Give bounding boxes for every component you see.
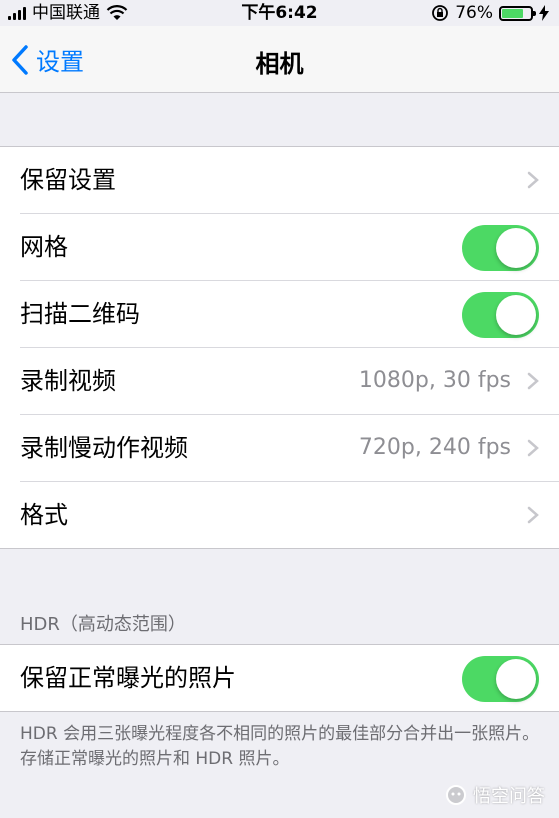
- status-right: 76%: [431, 0, 549, 26]
- row-label: 录制视频: [20, 367, 116, 395]
- settings-row-scan-qr: 扫描二维码: [20, 281, 559, 348]
- toggle-knob: [496, 295, 536, 335]
- navigation-bar: 设置 相机: [0, 26, 559, 93]
- settings-row-keep-normal-photo: 保留正常曝光的照片: [20, 645, 559, 711]
- battery-icon: [499, 5, 536, 21]
- settings-row-grid: 网格: [20, 214, 559, 281]
- charging-icon: [539, 5, 549, 21]
- settings-row-record-video[interactable]: 录制视频 1080p, 30 fps: [20, 348, 559, 415]
- chevron-right-icon: [527, 372, 539, 390]
- row-label: 网格: [20, 233, 68, 261]
- row-label: 保留设置: [20, 166, 116, 194]
- hdr-settings-group: 保留正常曝光的照片: [0, 644, 559, 712]
- toggle-knob: [496, 659, 536, 699]
- keep-normal-photo-toggle[interactable]: [462, 656, 539, 702]
- watermark-text: 悟空问答: [473, 786, 545, 807]
- grid-toggle[interactable]: [462, 225, 539, 271]
- chevron-right-icon: [527, 506, 539, 524]
- row-value: 720p, 240 fps: [358, 435, 511, 460]
- row-label: 格式: [20, 501, 68, 529]
- row-label: 扫描二维码: [20, 300, 140, 328]
- scan-qr-toggle[interactable]: [462, 292, 539, 338]
- row-label: 保留正常曝光的照片: [20, 664, 236, 692]
- chevron-right-icon: [527, 171, 539, 189]
- wukong-logo-icon: [446, 785, 466, 805]
- hdr-section-header: HDR（高动态范围）: [20, 614, 186, 635]
- page-title: 相机: [255, 50, 304, 78]
- hdr-footer-note: HDR 会用三张曝光程度各不相同的照片的最佳部分合并出一张照片。存储正常曝光的照…: [20, 724, 540, 769]
- camera-settings-group: 保留设置 网格 扫描二维码 录制视频 1080p, 30 fps 录制慢动作视频…: [0, 146, 559, 549]
- battery-percent: 76%: [455, 3, 493, 23]
- settings-row-formats[interactable]: 格式: [20, 482, 559, 548]
- row-value: 1080p, 30 fps: [358, 368, 511, 393]
- orientation-lock-icon: [432, 5, 449, 21]
- status-bar: 中国联通 下午6:42 76%: [0, 0, 559, 26]
- settings-row-preserve[interactable]: 保留设置: [20, 147, 559, 214]
- watermark: 悟空问答: [445, 782, 545, 808]
- toggle-knob: [496, 228, 536, 268]
- row-label: 录制慢动作视频: [20, 434, 188, 462]
- chevron-right-icon: [527, 439, 539, 457]
- settings-row-record-slomo[interactable]: 录制慢动作视频 720p, 240 fps: [20, 415, 559, 482]
